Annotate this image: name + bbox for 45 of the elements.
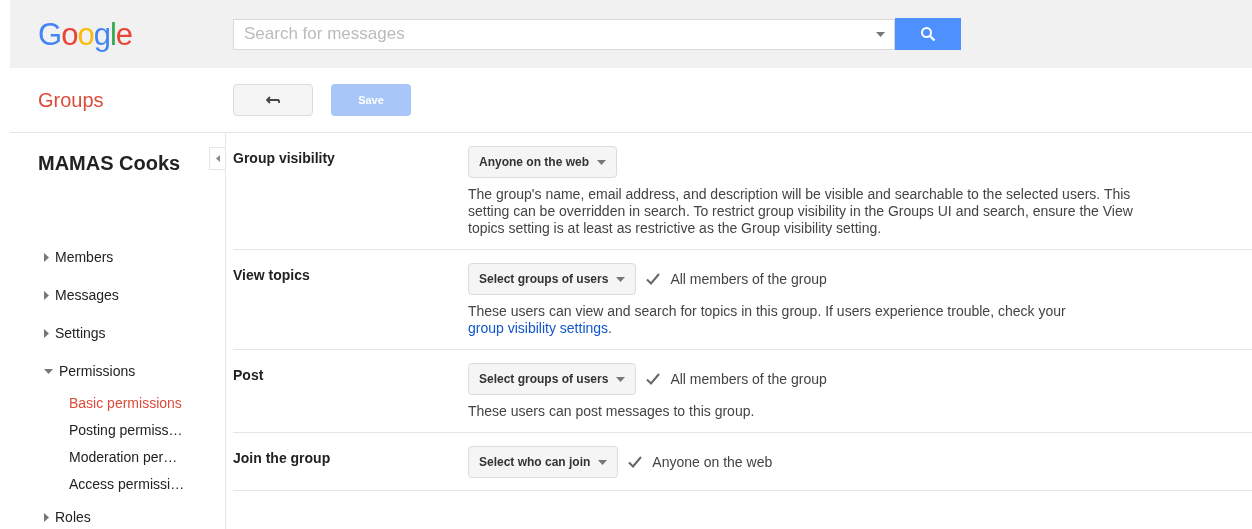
setting-label: Join the group	[233, 449, 332, 468]
google-logo: Google	[37, 18, 133, 50]
group-name: MAMAS Cooks	[38, 151, 181, 176]
caret-down-icon	[876, 31, 885, 37]
search-icon	[920, 26, 936, 42]
selected-option: Anyone on the web	[652, 451, 773, 473]
checkmark-icon	[646, 273, 661, 285]
sidebar-subitem[interactable]: Access permissi…	[10, 471, 225, 498]
caret-down-icon	[598, 459, 608, 465]
search-button[interactable]	[895, 18, 961, 50]
setting-label: Group visibility	[233, 149, 336, 168]
sidebar-subitem[interactable]: Basic permissions	[10, 390, 225, 417]
dropdown-button[interactable]: Select groups of users	[468, 363, 637, 395]
setting-description: The group's name, email address, and description will be visible and searchable to the selected users. This setting can be overridden in search. To restrict group visibility in the Groups UI and search, ensure the View topics setting is at least as restrictive as the Group visibility setting.	[468, 186, 1134, 237]
sidebar-subitem[interactable]: Posting permiss…	[10, 417, 225, 444]
caret-down-icon	[44, 368, 53, 374]
caret-down-icon	[616, 376, 626, 382]
caret-right-icon	[44, 512, 49, 522]
caret-down-icon	[597, 159, 606, 165]
collapse-sidebar-button[interactable]	[209, 147, 225, 170]
caret-left-icon	[215, 155, 220, 162]
setting-label: Post	[233, 366, 265, 385]
selected-option: All members of the group	[670, 368, 827, 390]
dropdown-button[interactable]: Select who can join	[468, 446, 619, 478]
sidebar-subitem[interactable]: Moderation per…	[10, 444, 225, 471]
sidebar-item[interactable]: Messages	[10, 276, 225, 314]
setting-description: These users can post messages to this group.	[468, 403, 756, 420]
sidebar-item[interactable]: Permissions	[10, 352, 225, 390]
sidebar-item[interactable]: Roles	[10, 498, 225, 529]
caret-right-icon	[44, 290, 49, 300]
selected-option: All members of the group	[670, 268, 827, 290]
back-arrow-icon	[266, 96, 280, 104]
dropdown-button[interactable]: Anyone on the web	[468, 146, 617, 178]
caret-right-icon	[44, 252, 49, 262]
search-field[interactable]: Search for messages	[233, 18, 895, 50]
sidebar-item[interactable]: Settings	[10, 314, 225, 352]
setting-description: These users can view and search for topics in this group. If users experience trouble, check your group visibility settings.	[468, 303, 1067, 337]
checkmark-icon	[628, 456, 643, 468]
caret-down-icon	[616, 276, 626, 282]
setting-label: View topics	[233, 266, 311, 285]
dropdown-button[interactable]: Select groups of users	[468, 263, 637, 295]
caret-right-icon	[44, 328, 49, 338]
sidebar-item[interactable]: Members	[10, 238, 225, 276]
checkmark-icon	[646, 373, 661, 385]
app-title: Groups	[37, 88, 105, 113]
